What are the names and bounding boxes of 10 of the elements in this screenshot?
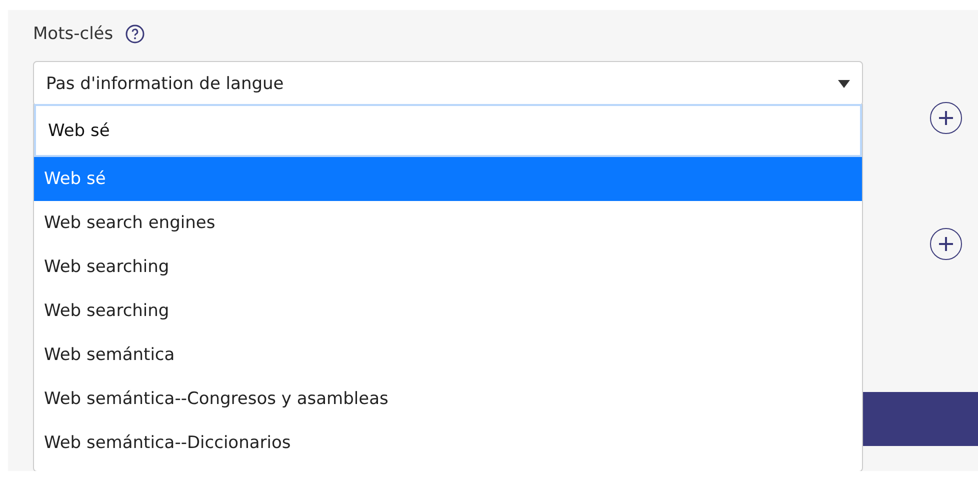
field-label: Mots-clés <box>33 24 114 44</box>
plus-icon <box>936 109 954 127</box>
language-select[interactable]: Pas d'information de langue <box>33 61 863 106</box>
help-icon[interactable] <box>125 24 146 44</box>
caret-icon <box>838 80 850 88</box>
add-button[interactable] <box>930 102 962 134</box>
search-field[interactable]: Web sé <box>34 104 862 157</box>
plus-icon <box>936 235 954 253</box>
add-button[interactable] <box>930 228 962 260</box>
dropdown-option[interactable]: Web sé <box>34 157 862 201</box>
